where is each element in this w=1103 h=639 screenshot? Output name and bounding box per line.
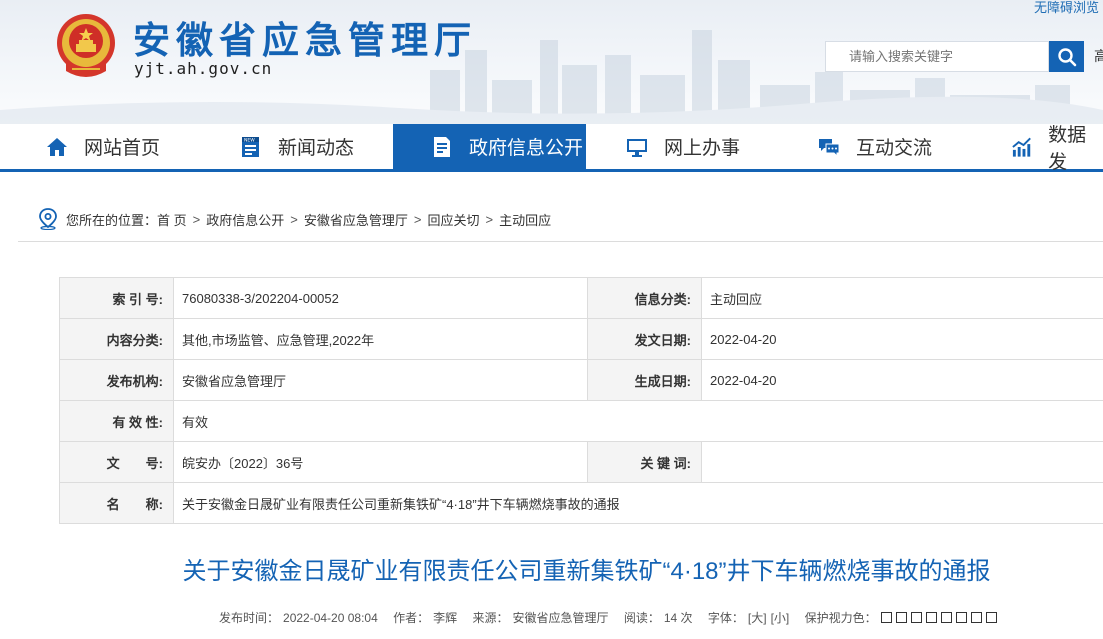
generated-date-value: 2022-04-20 [701,359,1103,401]
doc-name-label: 名 称: [59,482,174,524]
location-pin-icon [39,208,57,230]
news-icon: NEW [242,136,259,157]
eye-color-swatch[interactable] [895,612,907,623]
category-value: 主动回应 [701,277,1103,319]
eye-color-swatch[interactable] [910,612,922,623]
eye-color-swatch[interactable] [970,612,982,623]
breadcrumb-separator: > [192,211,201,227]
nav-item-gov-info[interactable]: 政府信息公开 [393,124,586,169]
view-count: 14 次 [663,611,693,625]
advanced-search-link[interactable]: 高 [1094,46,1103,66]
eye-color-swatch[interactable] [880,612,892,623]
breadcrumb-item-response[interactable]: 回应关切 [427,210,479,229]
search-button[interactable] [1049,41,1084,72]
monitor-icon [627,138,647,157]
document-icon [434,136,450,157]
publisher-label: 发布机构: [59,359,174,401]
font-small-button[interactable]: [小] [771,611,790,625]
breadcrumb-separator: > [290,211,298,227]
site-domain: yjt.ah.gov.cn [134,59,273,78]
chat-icon [819,138,840,157]
search-input[interactable] [825,41,1049,72]
home-icon [47,137,67,156]
svg-text:NEW: NEW [244,137,255,143]
issue-date-value: 2022-04-20 [701,318,1103,360]
nav-label: 网站首页 [84,138,161,159]
generated-date-label: 生成日期: [587,359,702,401]
breadcrumb-item-department[interactable]: 安徽省应急管理厅 [304,210,408,229]
font-large-button[interactable]: [大] [748,611,767,625]
table-row: 发布机构: 安徽省应急管理厅 生成日期: 2022-04-20 [59,359,1103,401]
eye-color-swatch[interactable] [940,612,952,623]
table-row: 内容分类: 其他,市场监管、应急管理,2022年 发文日期: 2022-04-2… [59,318,1103,360]
keywords-label: 关 键 词: [587,441,702,483]
breadcrumb-item-active-response[interactable]: 主动回应 [499,210,551,229]
nav-label: 新闻动态 [278,138,355,159]
nav-item-news[interactable]: NEW 新闻动态 [240,124,354,169]
article-title: 关于安徽金日晟矿业有限责任公司重新集铁矿“4·18”井下车辆燃烧事故的通报 [182,558,991,585]
author: 李辉 [433,611,458,625]
breadcrumb-separator: > [413,211,422,227]
breadcrumb-separator: > [485,211,494,227]
site-title: 安徽省应急管理厅 [133,19,477,62]
breadcrumb-item-gov-info[interactable]: 政府信息公开 [206,210,284,229]
nav-label: 数据发 [1048,124,1087,173]
eye-color-swatch[interactable] [985,612,997,623]
category-label: 信息分类: [587,277,702,319]
source-label: 来源： [472,611,509,625]
issue-date-label: 发文日期: [587,318,702,360]
breadcrumb: 您所在的位置： 首 页 > 政府信息公开 > 安徽省应急管理厅 > 回应关切 >… [18,197,1103,242]
document-info-table: 索 引 号: 76080338-3/202204-00052 信息分类: 主动回… [59,277,1103,524]
eye-color-swatch[interactable] [925,612,937,623]
nav-item-online-service[interactable]: 网上办事 [626,124,740,169]
doc-number-label: 文 号: [59,441,174,483]
font-size-label: 字体： [707,611,744,625]
breadcrumb-prefix: 您所在的位置： [66,212,158,228]
author-label: 作者： [393,611,430,625]
search-icon [1057,47,1076,66]
eye-protection-label: 保护视力色： [804,611,877,625]
doc-name-value: 关于安徽金日晟矿业有限责任公司重新集铁矿“4·18”井下车辆燃烧事故的通报 [173,482,1103,524]
content-category-value: 其他,市场监管、应急管理,2022年 [173,318,588,360]
index-value: 76080338-3/202204-00052 [173,277,588,319]
site-header: 无障碍浏览 安徽省应急管理厅 yjt.ah.gov.cn 高 [0,0,1103,124]
content-category-label: 内容分类: [59,318,174,360]
table-row: 名 称: 关于安徽金日晟矿业有限责任公司重新集铁矿“4·18”井下车辆燃烧事故的… [59,482,1103,524]
nav-item-interaction[interactable]: 互动交流 [818,124,932,169]
nav-item-data[interactable]: 数据发 [1011,124,1103,173]
nav-item-home[interactable]: 网站首页 [46,124,160,169]
validity-label: 有 效 性: [59,400,174,442]
national-emblem-logo [57,14,115,77]
index-label: 索 引 号: [59,277,174,319]
keywords-value [701,441,1103,483]
validity-value: 有效 [173,400,1103,442]
source: 安徽省应急管理厅 [512,611,609,625]
nav-label: 互动交流 [856,138,933,159]
publish-time: 2022-04-20 08:04 [283,611,378,625]
article-meta: 发布时间： 2022-04-20 08:04 作者： 李辉 来源： 安徽省应急管理厅 … [219,609,1001,626]
table-row: 文 号: 皖安办〔2022〕36号 关 键 词: [59,441,1103,483]
chart-icon [1012,137,1031,157]
eye-color-swatch[interactable] [955,612,967,623]
publisher-value: 安徽省应急管理厅 [173,359,588,401]
main-nav: 网站首页 NEW 新闻动态 政府信息公开 网上办事 互动交流 数据发 [0,124,1103,173]
table-row: 索 引 号: 76080338-3/202204-00052 信息分类: 主动回… [59,277,1103,319]
accessibility-link[interactable]: 无障碍浏览 [1034,0,1099,16]
publish-time-label: 发布时间： [219,611,280,625]
breadcrumb-item-home[interactable]: 首 页 [157,210,187,229]
doc-number-value: 皖安办〔2022〕36号 [173,441,588,483]
nav-label: 网上办事 [664,138,741,159]
views-label: 阅读： [623,611,660,625]
nav-label: 政府信息公开 [469,138,584,159]
table-row: 有 效 性: 有效 [59,400,1103,442]
